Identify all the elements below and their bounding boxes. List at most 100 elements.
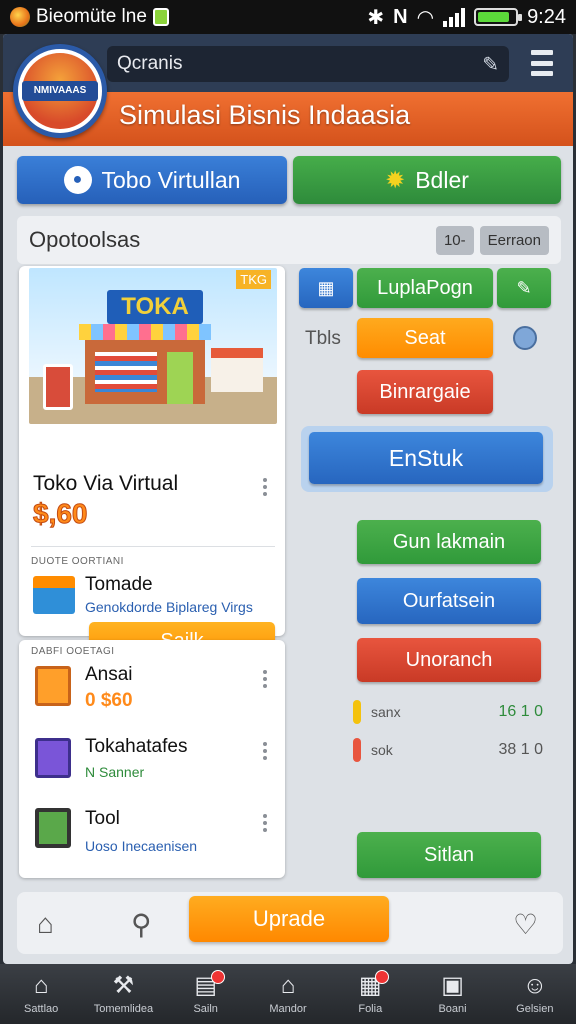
profile-icon: ☺ xyxy=(522,972,548,999)
bluetooth-icon: ✱ xyxy=(367,6,385,29)
nav-label: Gelsien xyxy=(516,1003,554,1015)
store-icon: ⌂ xyxy=(280,972,296,999)
more-options-icon[interactable] xyxy=(263,742,267,760)
list-item-value: 0 $60 xyxy=(85,690,133,711)
nfc-icon: N xyxy=(393,5,408,28)
nav-item-tomemlidea[interactable]: ⚒ Tomemlidea xyxy=(82,964,164,1024)
item-subtitle: Genokdorde Biplareg Virgs xyxy=(85,599,253,615)
ourfatsein-button[interactable]: Ourfatsein xyxy=(357,578,541,624)
status-app-name: Bieomüte lne xyxy=(36,6,147,27)
list-caption: DABFI OOETAGI xyxy=(31,646,115,657)
list-item-value: N Sanner xyxy=(85,764,145,780)
action-bar: ⌂ ⚲ Uprade ♡ xyxy=(17,892,563,954)
more-options-icon[interactable] xyxy=(263,478,267,496)
box-icon xyxy=(35,666,71,706)
nav-item-mandor[interactable]: ⌂ Mandor xyxy=(247,964,329,1024)
product-icon xyxy=(35,738,71,778)
nav-label: Mandor xyxy=(269,1003,307,1015)
nav-label: Folia xyxy=(358,1003,383,1015)
tools-icon: ⚒ xyxy=(112,972,135,999)
nav-item-gelsien[interactable]: ☺ Gelsien xyxy=(494,964,576,1024)
app-logo: NMIVAAAS xyxy=(13,44,107,138)
stat-row: sok 38 1 0 xyxy=(353,738,543,762)
shop-illustration: TOKA TKG xyxy=(29,268,277,424)
stat-label: sok xyxy=(371,742,393,758)
count-chip[interactable]: 10- xyxy=(435,225,474,255)
list-card: DABFI OOETAGI Ansai 0 $60 Tokahatafes N … xyxy=(19,640,285,878)
options-panel: Opotoolsas 10- Eerraon xyxy=(17,216,561,264)
edit-icon[interactable]: ✎ xyxy=(482,52,499,77)
list-item-value: Uoso Inecaenisen xyxy=(85,838,198,854)
list-item-name: Tokahatafes xyxy=(85,736,188,757)
lupla-button[interactable]: LuplaPogn xyxy=(357,268,493,308)
search-icon[interactable]: ⚲ xyxy=(131,908,152,941)
chat-icon: ● xyxy=(63,166,92,194)
builder-label: Bdler xyxy=(415,166,469,193)
tag-icon[interactable] xyxy=(513,326,537,350)
product-price: $,60 xyxy=(33,498,88,530)
nav-label: Tomemlidea xyxy=(93,1003,154,1015)
grid-icon[interactable]: ▦ xyxy=(299,268,353,308)
tools-label: Tbls xyxy=(305,328,341,349)
app-icon xyxy=(10,7,30,27)
notification-badge xyxy=(375,970,390,984)
product-name: Toko Via Virtual xyxy=(33,472,179,495)
menu-icon[interactable] xyxy=(531,50,553,76)
home-icon: ⌂ xyxy=(33,972,49,999)
options-title: Opotoolsas xyxy=(29,227,141,252)
battery-icon xyxy=(474,8,523,26)
seat-button[interactable]: Seat xyxy=(357,318,493,358)
stat-indicator xyxy=(353,738,361,762)
gear-icon: ✹ xyxy=(385,166,406,194)
nav-item-folia[interactable]: ▦ Folia xyxy=(329,964,411,1024)
nav-item-boani[interactable]: ▣ Boani xyxy=(411,964,493,1024)
signal-icon xyxy=(443,7,466,27)
builder-button[interactable]: ✹ Bdler xyxy=(293,156,561,204)
filter-chip[interactable]: Eerraon xyxy=(479,225,549,255)
bottom-nav: ⌂ Sattlao ⚒ Tomemlidea ▤ Sailn ⌂ Mandor … xyxy=(0,964,576,1024)
app-window: Qcranis ✎ NMIVAAAS Simulasi Bisnis Indaa… xyxy=(3,34,573,964)
stat-row: sanx 16 1 0 xyxy=(353,700,543,724)
heart-icon[interactable]: ♡ xyxy=(513,908,538,941)
pencil-icon[interactable]: ✎ xyxy=(497,268,551,308)
search-input[interactable]: Qcranis ✎ xyxy=(107,46,509,82)
wifi-icon: ◠ xyxy=(416,6,435,29)
list-item-name: Tool xyxy=(85,808,120,829)
enstuk-button[interactable]: EnStuk xyxy=(309,432,543,484)
nav-label: Sattlao xyxy=(24,1003,59,1015)
logo-text: NMIVAAAS xyxy=(22,81,98,101)
sitlan-button[interactable]: Sitlan xyxy=(357,832,541,878)
app-title: Simulasi Bisnis Indaasia xyxy=(119,100,411,130)
nav-label: Sailn xyxy=(193,1003,218,1015)
more-options-icon[interactable] xyxy=(263,814,267,832)
stat-value: 16 1 0 xyxy=(498,703,543,720)
search-text: Qcranis xyxy=(117,53,183,74)
stat-indicator xyxy=(353,700,361,724)
notification-badge xyxy=(210,970,225,984)
nav-item-sailn[interactable]: ▤ Sailn xyxy=(165,964,247,1024)
home-icon[interactable]: ⌂ xyxy=(37,908,54,940)
more-options-icon[interactable] xyxy=(263,670,267,688)
stat-value: 38 1 0 xyxy=(498,741,543,758)
register-icon xyxy=(35,808,71,848)
list-item-name: Ansai xyxy=(85,664,133,685)
notification-icon xyxy=(152,8,169,26)
nav-item-sattlao[interactable]: ⌂ Sattlao xyxy=(0,964,82,1024)
binrargaie-button[interactable]: Binrargaie xyxy=(357,370,493,414)
status-bar: Bieomüte lne ✱ N ◠ 9:24 xyxy=(0,0,576,34)
virtual-store-button[interactable]: ● Tobo Virtullan xyxy=(17,156,287,204)
gun-button[interactable]: Gun lakmain xyxy=(357,520,541,564)
status-time: 9:24 xyxy=(527,5,566,28)
item-name: Tomade xyxy=(85,574,153,595)
upgrade-button[interactable]: Uprade xyxy=(189,896,389,942)
nav-label: Boani xyxy=(438,1003,467,1015)
calculator-icon: ▣ xyxy=(441,972,464,999)
unoranch-button[interactable]: Unoranch xyxy=(357,638,541,682)
product-card: TOKA TKG Toko Via Virtual $,60 DUOTE OOR… xyxy=(19,266,285,660)
shop-sign: TOKA xyxy=(107,290,203,324)
trolley-icon xyxy=(33,576,75,614)
section-caption: DUOTE OORTIANI xyxy=(31,556,124,567)
shop-tag: TKG xyxy=(236,270,271,289)
app-header: Qcranis ✎ NMIVAAAS Simulasi Bisnis Indaa… xyxy=(3,34,573,146)
stat-label: sanx xyxy=(371,704,401,720)
